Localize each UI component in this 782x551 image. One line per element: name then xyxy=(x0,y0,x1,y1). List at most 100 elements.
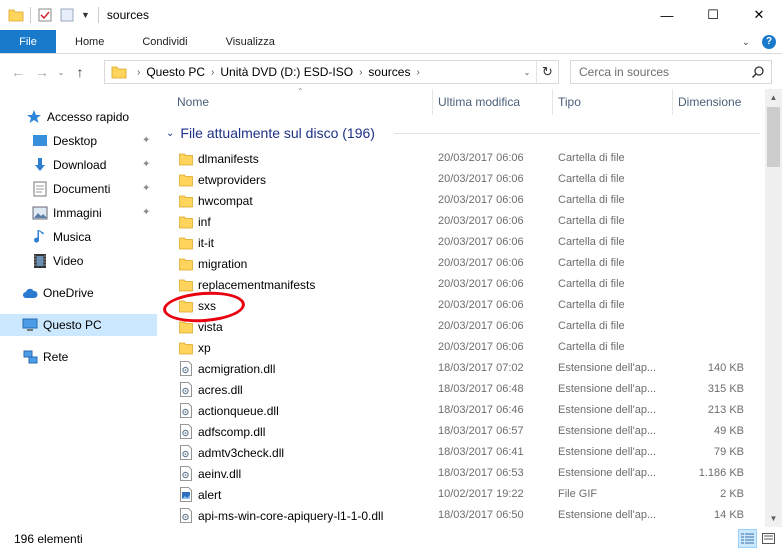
column-header-name[interactable]: Nome xyxy=(171,89,209,115)
file-row[interactable]: xp 20/03/2017 06:06 Cartella di file xyxy=(157,337,765,358)
nav-item-questo-pc[interactable]: Questo PC xyxy=(0,314,157,336)
file-size: 315 KB xyxy=(707,383,744,395)
network-icon xyxy=(22,349,38,365)
breadcrumb-separator[interactable]: › xyxy=(359,67,362,78)
file-type: Cartella di file xyxy=(558,341,625,353)
pin-icon[interactable]: ✦ xyxy=(142,159,150,170)
forward-button[interactable]: → xyxy=(30,60,54,84)
file-date: 20/03/2017 06:06 xyxy=(438,299,524,311)
nav-item-documenti[interactable]: Documenti ✦ xyxy=(0,178,157,200)
scroll-thumb[interactable] xyxy=(767,107,780,167)
search-icon[interactable] xyxy=(751,65,765,79)
file-row[interactable]: it-it 20/03/2017 06:06 Cartella di file xyxy=(157,232,765,253)
star-icon xyxy=(26,109,42,125)
properties-icon[interactable] xyxy=(37,7,53,23)
nav-item-quick-access[interactable]: Accesso rapido xyxy=(0,106,157,128)
close-button[interactable]: ✕ xyxy=(736,0,782,30)
tab-visualizza[interactable]: Visualizza xyxy=(207,30,294,53)
file-row[interactable]: etwproviders 20/03/2017 06:06 Cartella di … xyxy=(157,169,765,190)
nav-label: Rete xyxy=(43,350,69,364)
file-row[interactable]: adfscomp.dll 18/03/2017 06:57 Estensione d… xyxy=(157,421,765,442)
file-type: Estensione dell'ap... xyxy=(558,446,657,458)
file-name: it-it xyxy=(198,236,214,250)
pin-icon[interactable]: ✦ xyxy=(142,183,150,194)
nav-item-video[interactable]: Video xyxy=(0,250,157,272)
breadcrumb-sources[interactable]: sources xyxy=(368,65,410,79)
large-icons-view-button[interactable] xyxy=(759,529,778,548)
breadcrumb-separator[interactable]: › xyxy=(137,67,140,78)
breadcrumb-separator[interactable]: › xyxy=(211,67,214,78)
file-name: admtv3check.dll xyxy=(198,446,285,460)
minimize-button[interactable]: — xyxy=(644,0,690,30)
pictures-icon xyxy=(32,205,48,221)
file-name: inf xyxy=(198,215,211,229)
back-button[interactable]: ← xyxy=(6,60,30,84)
file-row[interactable]: vista 20/03/2017 06:06 Cartella di file xyxy=(157,316,765,337)
file-size: 79 KB xyxy=(714,446,744,458)
file-name: acmigration.dll xyxy=(198,362,276,376)
file-name: etwproviders xyxy=(198,173,267,187)
tab-home[interactable]: Home xyxy=(56,30,123,53)
pin-icon[interactable]: ✦ xyxy=(142,135,150,146)
details-view-button[interactable] xyxy=(738,529,757,548)
chevron-down-icon[interactable]: ⌄ xyxy=(166,128,174,139)
file-type: Estensione dell'ap... xyxy=(558,425,657,437)
file-row[interactable]: acres.dll 18/03/2017 06:48 Estensione dell… xyxy=(157,379,765,400)
search-box[interactable] xyxy=(570,60,772,84)
scroll-up-button[interactable]: ▲ xyxy=(765,89,782,106)
vertical-scrollbar[interactable]: ▲ ▼ xyxy=(765,89,782,527)
customize-toolbar-dropdown[interactable]: ▼ xyxy=(81,10,90,20)
recent-locations-button[interactable]: ⌄ xyxy=(54,60,68,84)
file-type: Cartella di file xyxy=(558,152,625,164)
group-header[interactable]: ⌄ File attualmente sul disco (196) xyxy=(166,123,375,143)
tab-file[interactable]: File xyxy=(0,30,56,53)
nav-item-download[interactable]: Download ✦ xyxy=(0,154,157,176)
refresh-button[interactable]: ↻ xyxy=(536,61,558,83)
breadcrumb-separator[interactable]: › xyxy=(416,67,419,78)
file-row[interactable]: hwcompat 20/03/2017 06:06 Cartella di file xyxy=(157,190,765,211)
file-row[interactable]: api-ms-win-core-apiquery-l1-1-0.dll 18/03… xyxy=(157,505,765,526)
nav-item-onedrive[interactable]: OneDrive xyxy=(0,282,157,304)
title-bar: ▼ sources — ☐ ✕ xyxy=(0,0,782,30)
file-row[interactable]: acmigration.dll 18/03/2017 07:02 Estension… xyxy=(157,358,765,379)
maximize-button[interactable]: ☐ xyxy=(690,0,736,30)
nav-item-musica[interactable]: Musica xyxy=(0,226,157,248)
file-row[interactable]: inf 20/03/2017 06:06 Cartella di file xyxy=(157,211,765,232)
breadcrumb-dvd-drive[interactable]: Unità DVD (D:) ESD-ISO xyxy=(220,65,353,79)
column-header-modified[interactable]: Ultima modifica xyxy=(432,89,520,115)
search-input[interactable] xyxy=(579,65,739,79)
file-row[interactable]: dlmanifests 20/03/2017 06:06 Cartella di f… xyxy=(157,148,765,169)
file-type: Cartella di file xyxy=(558,257,625,269)
file-size: 140 KB xyxy=(707,362,744,374)
file-row[interactable]: sxs 20/03/2017 06:06 Cartella di file xyxy=(157,295,765,316)
pin-icon[interactable]: ✦ xyxy=(142,207,150,218)
file-row[interactable]: migration 20/03/2017 06:06 Cartella di fil… xyxy=(157,253,765,274)
file-row[interactable]: actionqueue.dll 18/03/2017 06:46 Estension… xyxy=(157,400,765,421)
tab-condividi[interactable]: Condividi xyxy=(123,30,206,53)
nav-item-desktop[interactable]: Desktop ✦ xyxy=(0,130,157,152)
nav-item-immagini[interactable]: Immagini ✦ xyxy=(0,202,157,224)
toolbar-separator xyxy=(30,7,31,23)
expand-ribbon-button[interactable]: ⌄ xyxy=(742,37,750,48)
address-dropdown-button[interactable]: ⌄ xyxy=(520,61,534,83)
nav-label: Musica xyxy=(53,230,92,244)
new-folder-icon[interactable] xyxy=(59,7,75,23)
breadcrumb-questo-pc[interactable]: Questo PC xyxy=(146,65,205,79)
folder-icon xyxy=(179,193,193,208)
file-size: 2 KB xyxy=(720,488,744,500)
scroll-down-button[interactable]: ▼ xyxy=(765,510,782,527)
up-button[interactable]: ↑ xyxy=(68,60,92,84)
file-row[interactable]: admtv3check.dll 18/03/2017 06:41 Estension… xyxy=(157,442,765,463)
file-row[interactable]: aeinv.dll 18/03/2017 06:53 Estensione dell… xyxy=(157,463,765,484)
file-date: 20/03/2017 06:06 xyxy=(438,278,524,290)
nav-item-rete[interactable]: Rete xyxy=(0,346,157,368)
address-bar[interactable]: › Questo PC › Unità DVD (D:) ESD-ISO › s… xyxy=(104,60,559,84)
help-icon[interactable]: ? xyxy=(762,35,776,49)
image-file-icon xyxy=(179,487,193,502)
file-row[interactable]: alert 10/02/2017 19:22 File GIF 2 KB xyxy=(157,484,765,505)
column-header-type[interactable]: Tipo xyxy=(552,89,581,115)
title-separator xyxy=(97,7,99,23)
dll-file-icon xyxy=(179,424,193,439)
column-header-size[interactable]: Dimensione xyxy=(672,89,741,115)
file-row[interactable]: replacementmanifests 20/03/2017 06:06 Cart… xyxy=(157,274,765,295)
